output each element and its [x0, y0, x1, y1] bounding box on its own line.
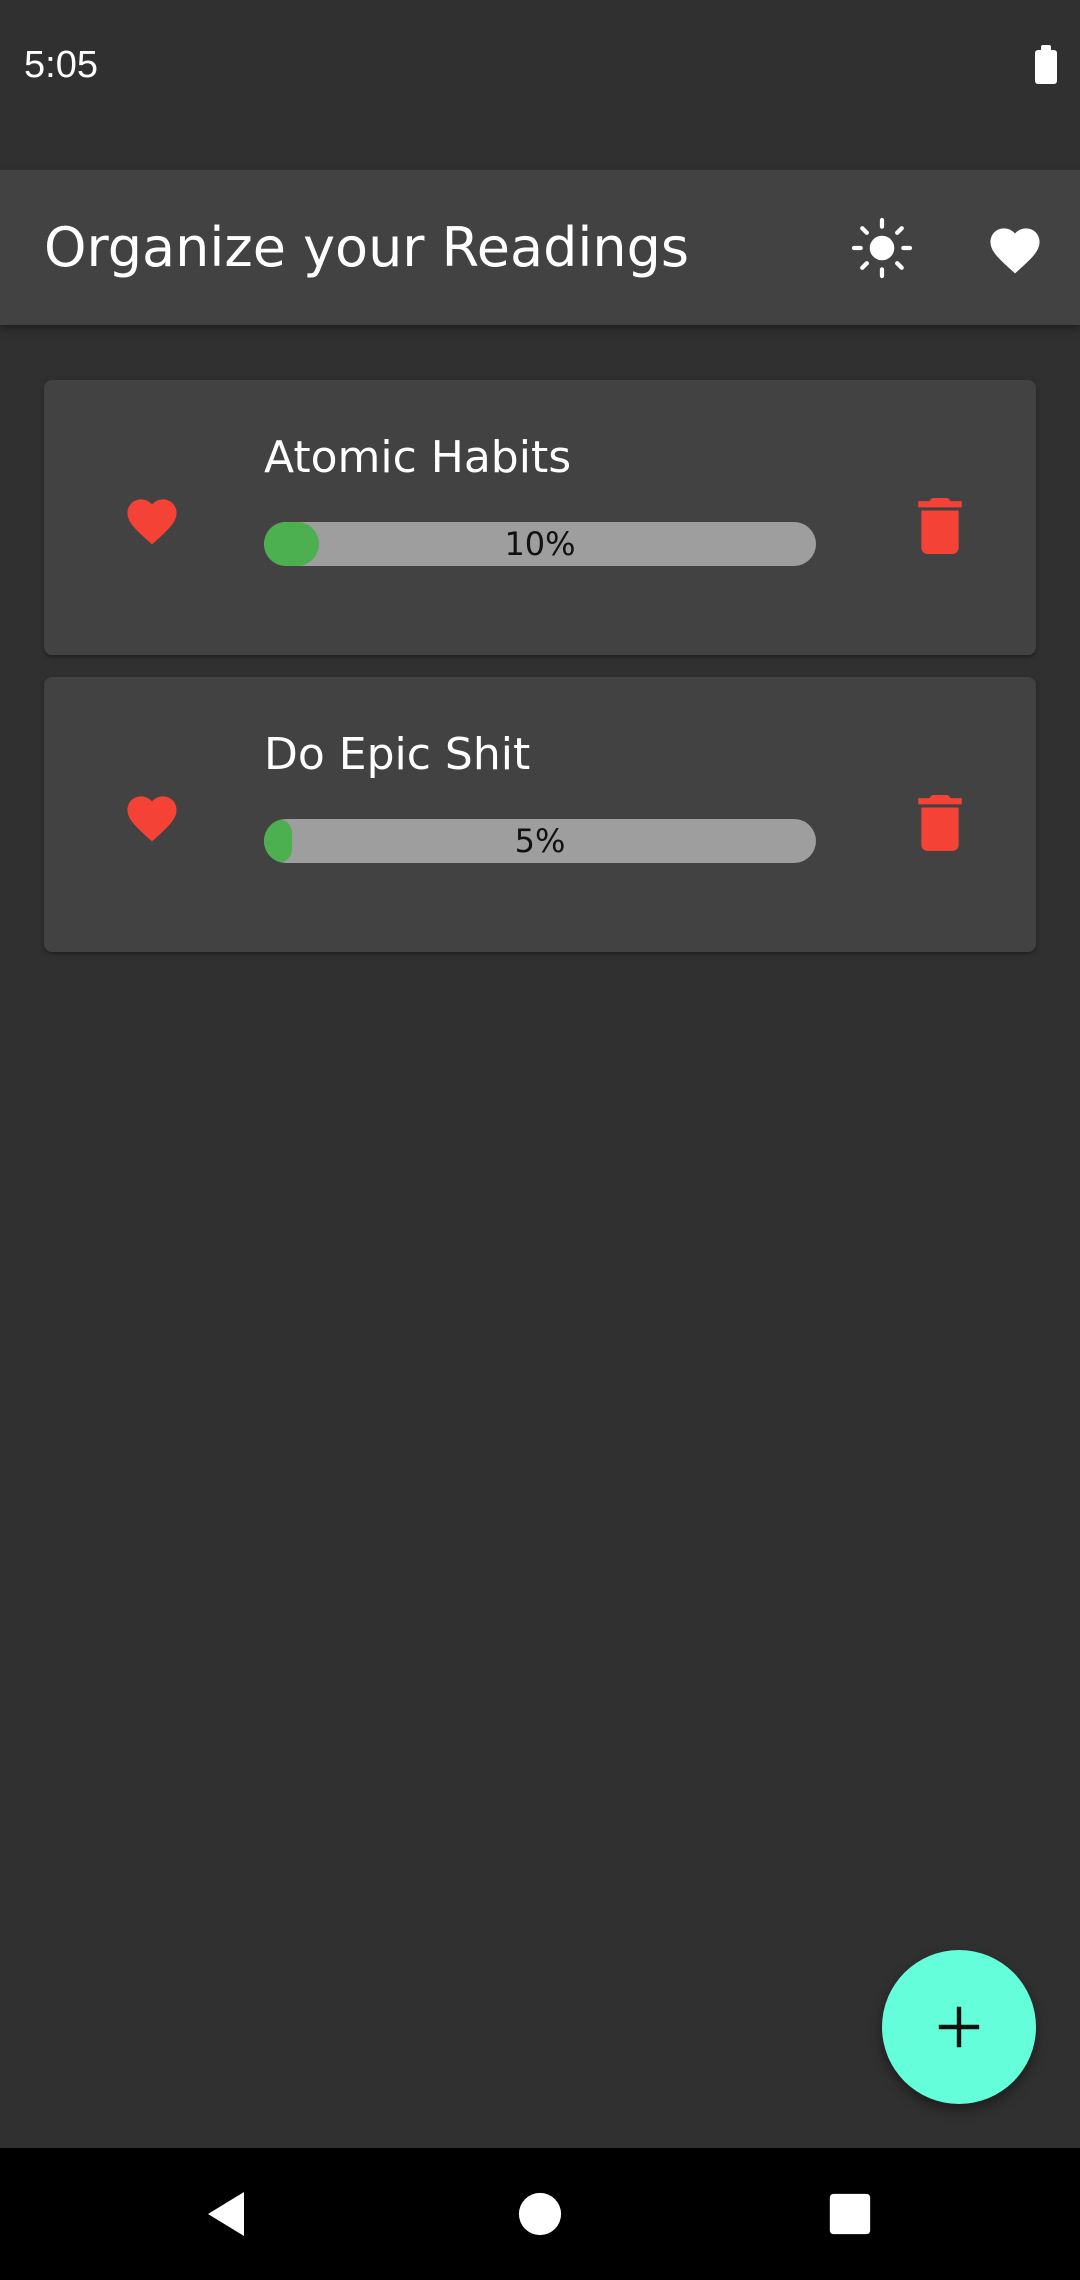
heart-icon	[990, 228, 1040, 274]
delete-button[interactable]	[904, 787, 976, 859]
book-favorite-button[interactable]	[122, 789, 194, 853]
app-bar: Organize your Readings	[0, 170, 1080, 325]
back-icon	[208, 2192, 244, 2236]
brightness-icon	[851, 217, 913, 279]
delete-button[interactable]	[904, 490, 976, 562]
page-title: Organize your Readings	[44, 216, 689, 279]
progress-bar: 10%	[264, 522, 816, 566]
status-bar: 5:05	[0, 0, 1080, 170]
nav-back-button[interactable]	[186, 2174, 266, 2254]
recents-icon	[829, 2193, 871, 2235]
home-icon	[518, 2192, 562, 2236]
battery-full-icon	[1035, 45, 1057, 84]
status-time: 5:05	[24, 44, 98, 86]
heart-icon	[127, 796, 177, 842]
trash-icon	[918, 795, 962, 851]
system-nav-bar	[0, 2148, 1080, 2280]
book-card[interactable]: Do Epic Shit 5%	[44, 677, 1036, 952]
heart-icon	[127, 499, 177, 545]
nav-recents-button[interactable]	[810, 2174, 890, 2254]
theme-toggle-button[interactable]	[842, 208, 922, 288]
book-card[interactable]: Atomic Habits 10%	[44, 380, 1036, 655]
add-book-button[interactable]	[882, 1950, 1036, 2104]
trash-icon	[918, 498, 962, 554]
book-title: Atomic Habits	[264, 432, 572, 483]
progress-bar: 5%	[264, 819, 816, 863]
progress-label: 5%	[514, 822, 566, 860]
nav-home-button[interactable]	[500, 2174, 580, 2254]
progress-label: 10%	[504, 525, 576, 563]
favorites-button[interactable]	[975, 208, 1055, 288]
book-favorite-button[interactable]	[122, 492, 194, 556]
book-title: Do Epic Shit	[264, 729, 531, 780]
plus-icon	[938, 2006, 980, 2048]
